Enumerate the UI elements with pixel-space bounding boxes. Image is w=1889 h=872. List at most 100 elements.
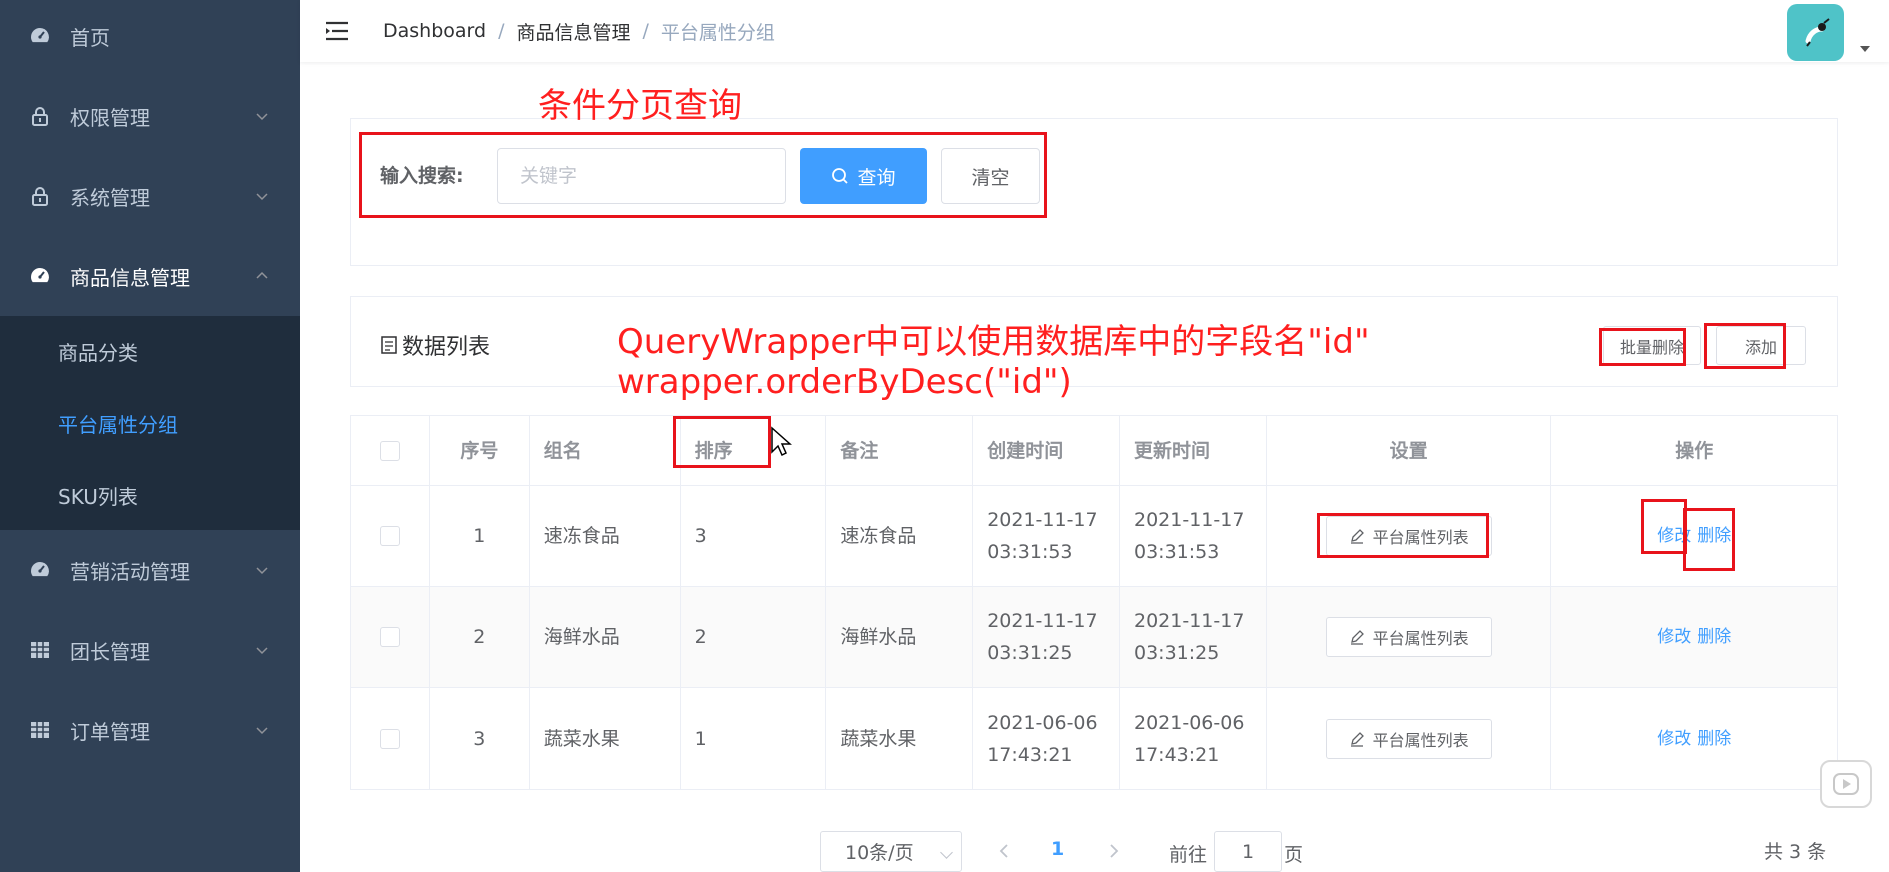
sidebar-item-label: 团长管理: [70, 639, 150, 664]
table-cell: 蔬菜水果: [530, 688, 681, 789]
chevron-down-icon: [256, 727, 268, 735]
sidebar-item-label: 首页: [70, 25, 110, 50]
table-cell: 2021-11-17 03:31:25: [973, 587, 1120, 687]
table-cell: 2021-11-17 03:31:53: [973, 486, 1120, 586]
breadcrumb-item[interactable]: Dashboard: [383, 20, 486, 42]
table-cell: 速冻食品: [530, 486, 681, 586]
attr-list-button[interactable]: 平台属性列表: [1325, 617, 1492, 657]
table-header-cell: 更新时间: [1120, 416, 1267, 485]
table-cell: 2021-06-06 17:43:21: [1120, 688, 1267, 789]
chevron-down-icon: [940, 846, 953, 859]
list-title: 数据列表: [380, 329, 490, 361]
sidebar-item-product[interactable]: 商品信息管理: [0, 236, 300, 316]
avatar-image: [1805, 17, 1830, 47]
chevron-right-icon[interactable]: [1104, 839, 1124, 863]
table-cell: 修改 删除: [1551, 587, 1837, 687]
page-size-select[interactable]: 10条/页: [820, 831, 962, 872]
chevron-left-icon[interactable]: [994, 839, 1014, 863]
hamburger-icon[interactable]: [324, 19, 350, 43]
dashboard-icon: [28, 264, 52, 288]
sidebar-subitem-category[interactable]: 商品分类: [0, 316, 300, 386]
breadcrumb-separator: /: [642, 20, 649, 42]
sidebar-item-system[interactable]: 系统管理: [0, 156, 300, 236]
mouse-cursor-icon: [771, 426, 792, 457]
table-cell: [351, 486, 430, 586]
page-number-current[interactable]: 1: [1051, 838, 1064, 860]
breadcrumb-item[interactable]: 商品信息管理: [517, 18, 631, 45]
sidebar-item-home[interactable]: 首页: [0, 0, 300, 76]
annotation-line2: wrapper.orderByDesc("id"): [617, 362, 1072, 402]
attr-list-button[interactable]: 平台属性列表: [1325, 718, 1492, 759]
row-checkbox[interactable]: [379, 627, 400, 647]
goto-suffix: 页: [1284, 844, 1304, 866]
chevron-down-icon: [256, 567, 268, 575]
lock-icon: [28, 104, 52, 128]
sidebar-item-leader[interactable]: 团长管理: [0, 610, 300, 690]
edit-icon: [1350, 731, 1364, 747]
table-row: 2 海鲜水品 2 海鲜水品 2021-11-17 03:31:25 2021-11…: [351, 587, 1837, 688]
table-cell: 速冻食品: [826, 486, 974, 586]
annotation-box-add: [1704, 323, 1786, 369]
select-all-checkbox[interactable]: [379, 440, 400, 461]
table-cell: 2021-11-17 03:31:25: [1120, 587, 1267, 687]
sidebar: 首页 权限管理 系统管理 商品信息管理 商品分类 平台属性分组 SKU列表 营销…: [0, 0, 300, 872]
edit-link[interactable]: 修改: [1657, 621, 1691, 653]
annotation-box-delete: [1683, 508, 1735, 571]
table-cell: 2021-06-06 17:43:21: [973, 688, 1120, 789]
document-icon: [381, 336, 397, 354]
table-cell: 蔬菜水果: [826, 688, 974, 789]
goto-page-input[interactable]: [1214, 831, 1282, 872]
edit-link[interactable]: 修改: [1657, 723, 1691, 755]
datetime-text: 2021-11-17 03:31:53: [987, 509, 1098, 563]
table-row: 1 速冻食品 3 速冻食品 2021-11-17 03:31:53 2021-11…: [351, 486, 1837, 587]
table-cell: 修改 删除: [1551, 688, 1837, 789]
table-cell: 平台属性列表: [1267, 587, 1552, 687]
annotation-box-search: [359, 132, 1047, 218]
breadcrumb-item-current: 平台属性分组: [660, 21, 775, 44]
goto-prefix: 前往: [1169, 844, 1208, 866]
sidebar-item-order[interactable]: 订单管理: [0, 690, 300, 770]
table-cell: 1: [681, 688, 827, 789]
table-cell: 2: [681, 587, 827, 687]
sidebar-subitem-label: 平台属性分组: [58, 412, 178, 437]
annotation-box-attr-list: [1317, 513, 1489, 558]
table-cell: 2: [430, 587, 530, 687]
sidebar-item-permission[interactable]: 权限管理: [0, 76, 300, 156]
sidebar-subitem-attr-group[interactable]: 平台属性分组: [0, 388, 300, 458]
edit-icon: [1350, 630, 1364, 645]
chevron-down-icon: [256, 647, 268, 655]
sidebar-item-label: 订单管理: [70, 719, 150, 744]
table-cell: 平台属性列表: [1267, 688, 1552, 789]
datetime-text: 2021-11-17 03:31:53: [1134, 509, 1245, 563]
floating-play-button[interactable]: [1820, 760, 1872, 808]
list-title-text: 数据列表: [402, 335, 491, 360]
row-checkbox[interactable]: [379, 526, 400, 546]
delete-link[interactable]: 删除: [1697, 723, 1731, 755]
table-cell: 海鲜水品: [826, 587, 974, 687]
sidebar-item-label: 系统管理: [70, 185, 150, 210]
sidebar-item-marketing[interactable]: 营销活动管理: [0, 530, 300, 610]
table-header-cell: 创建时间: [973, 416, 1120, 485]
annotation-box-sort: [673, 416, 771, 468]
table-cell: [351, 688, 430, 789]
table-header-cell: 组名: [530, 416, 681, 485]
total-count: 共 3 条: [1764, 841, 1827, 863]
attr-list-label: 平台属性列表: [1372, 730, 1469, 750]
table-cell: 3: [430, 688, 530, 789]
datetime-text: 2021-06-06 17:43:21: [987, 711, 1098, 766]
caret-down-icon[interactable]: [1860, 46, 1870, 52]
table-header-cell: 序号: [430, 416, 530, 485]
data-table: 序号 组名 排序 备注 创建时间 更新时间 设置 操作 1 速冻食品 3 速冻食…: [350, 415, 1838, 790]
top-navbar: Dashboard / 商品信息管理 / 平台属性分组: [300, 0, 1889, 62]
attr-list-label: 平台属性列表: [1372, 629, 1469, 648]
table-icon: [28, 638, 52, 662]
avatar[interactable]: [1787, 4, 1844, 61]
delete-link[interactable]: 删除: [1697, 621, 1731, 653]
annotation-box-batch-delete: [1599, 328, 1686, 366]
table-row: 3 蔬菜水果 1 蔬菜水果 2021-06-06 17:43:21 2021-06…: [351, 688, 1837, 789]
row-checkbox[interactable]: [379, 728, 400, 749]
datetime-text: 2021-11-17 03:31:25: [987, 610, 1098, 664]
chevron-down-icon: [256, 113, 268, 121]
table-header-cell: 备注: [826, 416, 974, 485]
sidebar-subitem-sku[interactable]: SKU列表: [0, 460, 300, 530]
